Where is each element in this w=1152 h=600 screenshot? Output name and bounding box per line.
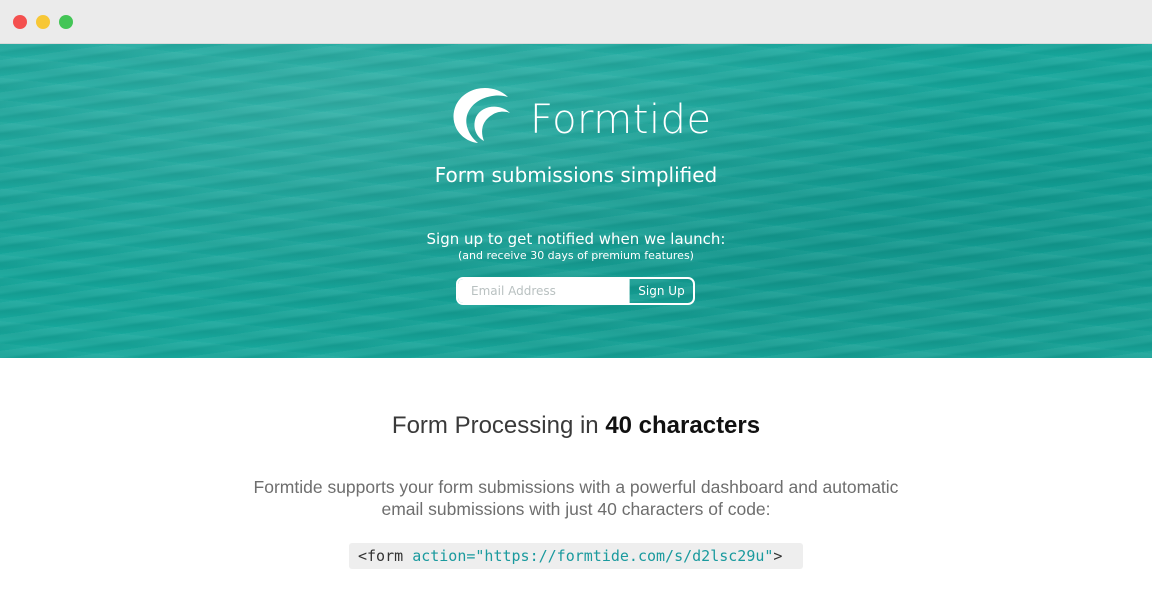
signup-subtext: (and receive 30 days of premium features… (458, 249, 694, 262)
code-close: > (773, 547, 783, 565)
hero-tagline: Form submissions simplified (434, 163, 718, 187)
description-line-1: Formtide supports your form submissions … (253, 477, 899, 497)
heading-prefix: Form Processing in (391, 412, 599, 439)
email-input[interactable] (458, 279, 629, 303)
heading-highlight: 40 characters (605, 412, 761, 439)
code-value: "https://formtide.com/s/d2lsc29u" (475, 547, 774, 565)
description-line-2: email submissions with just 40 character… (381, 499, 771, 519)
signup-prompt: Sign up to get notified when we launch: (426, 230, 726, 248)
code-tag: <form (358, 547, 404, 565)
section-description: Formtide supports your form submissions … (0, 476, 1152, 520)
section-heading: Form Processing in 40 characters (0, 409, 1152, 443)
close-window-button[interactable] (13, 15, 27, 29)
brand-name: Formtide (530, 97, 712, 143)
window-titlebar (0, 0, 1152, 44)
signup-form: Sign Up (456, 277, 695, 305)
wave-logo-icon (453, 87, 510, 143)
hero-section (0, 44, 1152, 358)
maximize-window-button[interactable] (59, 15, 73, 29)
code-snippet: <form action="https://formtide.com/s/d2l… (349, 543, 803, 569)
code-attribute: action= (412, 547, 476, 565)
water-background (0, 44, 1152, 358)
signup-button[interactable]: Sign Up (629, 279, 693, 303)
minimize-window-button[interactable] (36, 15, 50, 29)
